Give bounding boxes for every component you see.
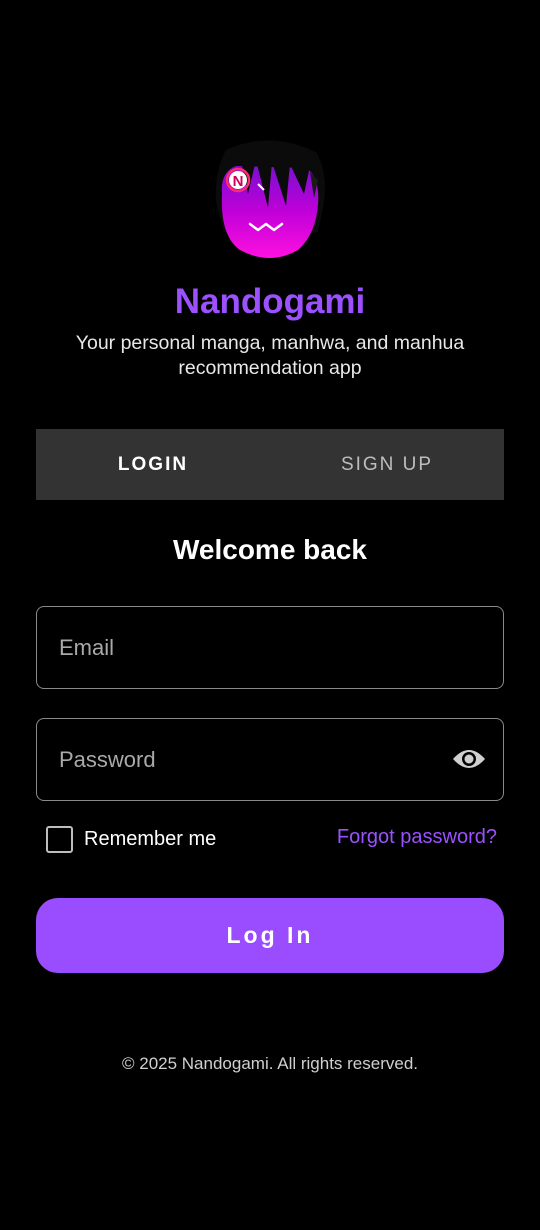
- tab-login[interactable]: LOGIN: [36, 429, 270, 500]
- login-screen: N Nandogami Your personal manga, manhwa,…: [0, 0, 540, 1230]
- email-field-container: [36, 606, 504, 689]
- remember-me-toggle[interactable]: Remember me: [46, 824, 216, 854]
- app-title: Nandogami: [174, 282, 366, 321]
- email-field[interactable]: [59, 607, 439, 688]
- app-subtitle: Your personal manga, manhwa, and manhua …: [75, 332, 465, 379]
- anime-girl-logo-icon: N: [206, 132, 334, 264]
- forgot-password-link[interactable]: Forgot password?: [337, 826, 497, 849]
- auth-tabs: LOGIN SIGN UP: [36, 429, 504, 500]
- svg-text:N: N: [233, 173, 244, 190]
- password-field[interactable]: [59, 719, 439, 800]
- tab-sign-up[interactable]: SIGN UP: [270, 429, 504, 500]
- login-button[interactable]: Log In: [36, 898, 504, 973]
- footer-copyright: © 2025 Nandogami. All rights reserved.: [121, 1054, 418, 1073]
- form-heading: Welcome back: [172, 534, 368, 565]
- remember-me-label: Remember me: [84, 827, 217, 850]
- password-field-container: [36, 718, 504, 801]
- eye-icon[interactable]: [451, 743, 487, 775]
- remember-me-checkbox[interactable]: [46, 825, 73, 853]
